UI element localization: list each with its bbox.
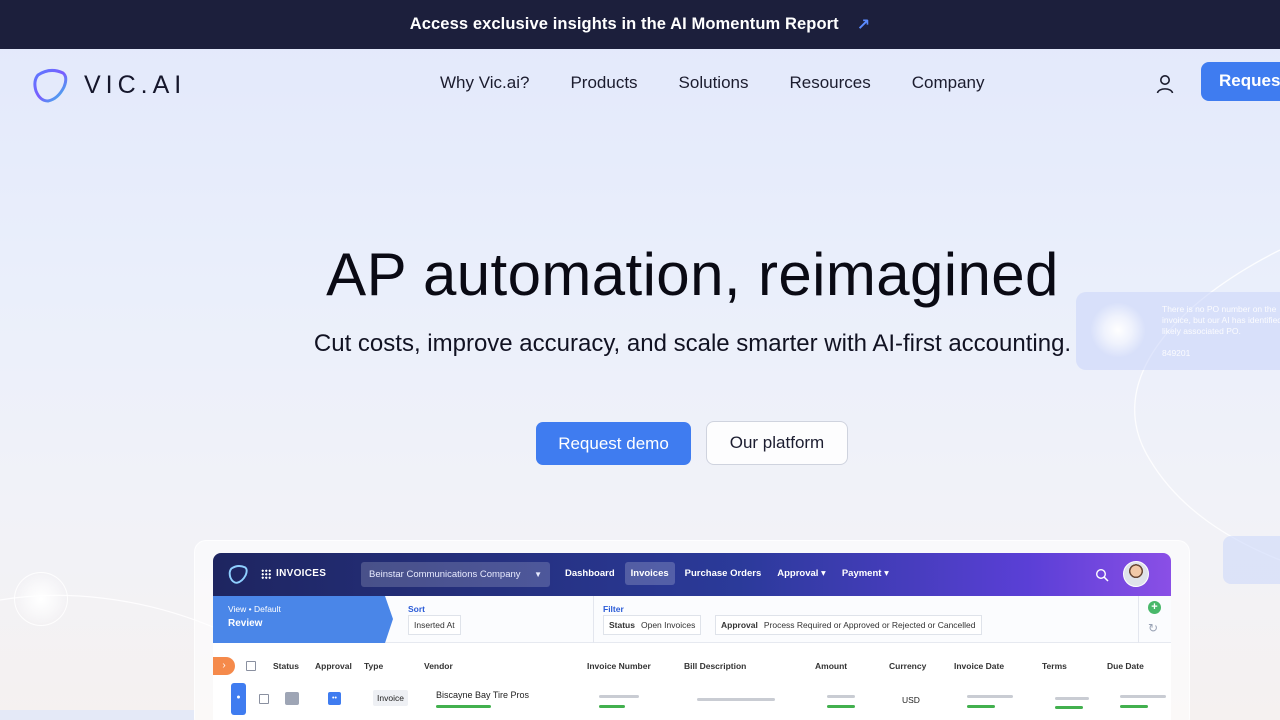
app-tab-dashboard[interactable]: Dashboard: [559, 562, 621, 585]
col-invoice-date[interactable]: Invoice Date: [954, 661, 1004, 671]
logo[interactable]: VIC.AI: [30, 65, 186, 105]
view-label: View • Default: [228, 604, 281, 614]
type-badge: Invoice: [373, 690, 408, 706]
app-tab-purchase-orders[interactable]: Purchase Orders: [679, 562, 768, 585]
select-all-checkbox[interactable]: [246, 661, 256, 671]
add-filter-icon[interactable]: +: [1148, 601, 1161, 614]
amount-placeholder: [827, 695, 855, 698]
nav-item-why[interactable]: Why Vic.ai?: [440, 73, 529, 93]
nav-menu: Why Vic.ai? Products Solutions Resources…: [440, 73, 1026, 93]
ai-insight-number: 849201: [1162, 348, 1191, 358]
filter-label: Filter: [603, 604, 624, 614]
logo-icon: [33, 68, 68, 103]
company-select[interactable]: Beinstar Communications Company ▼: [361, 562, 550, 587]
app-tab-approval[interactable]: Approval ▾: [771, 562, 832, 585]
company-select-value: Beinstar Communications Company: [369, 569, 521, 580]
sort-label: Sort: [408, 604, 425, 614]
ai-insight-card: There is no PO number on the invoice, bu…: [1076, 292, 1280, 370]
glow-orb-left: [14, 572, 68, 626]
main-nav: VIC.AI Why Vic.ai? Products Solutions Re…: [0, 49, 1280, 117]
table-row[interactable]: ● •• Invoice Biscayne Bay Tire Pros USD: [213, 681, 1171, 715]
view-value: Review: [228, 618, 263, 629]
product-preview: INVOICES Beinstar Communications Company…: [213, 553, 1171, 720]
due-date-confidence: [1120, 705, 1148, 708]
decorative-card: [1223, 536, 1280, 584]
ai-insight-text: There is no PO number on the invoice, bu…: [1162, 304, 1280, 336]
terms-confidence: [1055, 706, 1083, 709]
app-nav: Dashboard Invoices Purchase Orders Appro…: [559, 562, 895, 585]
app-tab-invoices[interactable]: Invoices: [624, 562, 675, 585]
logo-text: VIC.AI: [84, 70, 187, 99]
nav-item-solutions[interactable]: Solutions: [679, 73, 749, 93]
app-tab-payment[interactable]: Payment ▾: [836, 562, 895, 585]
due-date-placeholder: [1120, 695, 1166, 698]
filter-approval-key: Approval: [721, 620, 758, 630]
currency-value: USD: [902, 695, 920, 705]
edit-icon[interactable]: [285, 692, 299, 705]
caret-down-icon: ▼: [534, 570, 542, 579]
filter-status-value: Open Invoices: [640, 620, 696, 630]
table-header: Status Approval Type Vendor Invoice Numb…: [213, 653, 1171, 677]
bill-description-placeholder: [697, 698, 775, 701]
request-demo-button[interactable]: Request demo: [536, 422, 691, 465]
vendor-confidence-bar: [436, 705, 491, 708]
filter-status-chip[interactable]: Status Open Invoices: [603, 615, 702, 635]
nav-item-resources[interactable]: Resources: [789, 73, 870, 93]
divider: [593, 596, 594, 643]
nav-item-company[interactable]: Company: [912, 73, 985, 93]
col-terms[interactable]: Terms: [1042, 661, 1067, 671]
col-status[interactable]: Status: [273, 661, 299, 671]
app-logo-icon: [228, 565, 248, 584]
user-icon[interactable]: [1154, 73, 1176, 95]
col-amount[interactable]: Amount: [815, 661, 847, 671]
filter-status-key: Status: [609, 620, 635, 630]
search-icon[interactable]: [1095, 568, 1109, 582]
filter-approval-value: Process Required or Approved or Rejected…: [763, 620, 976, 630]
col-type[interactable]: Type: [364, 661, 383, 671]
decorative-strip: [0, 710, 194, 720]
col-vendor[interactable]: Vendor: [424, 661, 453, 671]
divider: [1138, 596, 1139, 643]
invoice-date-confidence: [967, 705, 995, 708]
terms-placeholder: [1055, 697, 1089, 700]
invoice-number-placeholder: [599, 695, 639, 698]
invoice-date-placeholder: [967, 695, 1013, 698]
col-due-date[interactable]: Due Date: [1107, 661, 1144, 671]
invoice-toolbar: View • Default Review Sort Inserted At F…: [213, 596, 1171, 643]
approval-icon: ••: [328, 692, 341, 705]
apps-grid-icon[interactable]: [261, 569, 271, 579]
sort-value[interactable]: Inserted At: [408, 615, 461, 635]
banner-text[interactable]: Access exclusive insights in the AI Mome…: [410, 15, 839, 34]
row-checkbox[interactable]: [259, 694, 269, 704]
nav-request-demo-button[interactable]: Request demo: [1201, 62, 1280, 101]
col-bill-description[interactable]: Bill Description: [684, 661, 746, 671]
refresh-icon[interactable]: ↻: [1148, 622, 1161, 635]
vendor-name: Biscayne Bay Tire Pros: [436, 690, 530, 700]
our-platform-button[interactable]: Our platform: [706, 421, 848, 465]
row-status-marker: ●: [231, 683, 246, 715]
app-header: INVOICES Beinstar Communications Company…: [213, 553, 1171, 596]
amount-confidence: [827, 705, 855, 708]
nav-item-products[interactable]: Products: [570, 73, 637, 93]
filter-approval-chip[interactable]: Approval Process Required or Approved or …: [715, 615, 982, 635]
invoice-number-confidence: [599, 705, 625, 708]
announcement-banner[interactable]: Access exclusive insights in the AI Mome…: [0, 0, 1280, 49]
arrow-up-right-icon: ↗: [856, 16, 871, 34]
col-invoice-number[interactable]: Invoice Number: [587, 661, 651, 671]
col-currency[interactable]: Currency: [889, 661, 926, 671]
app-title: INVOICES: [276, 568, 327, 579]
glow-orb: [1090, 302, 1146, 358]
view-selector[interactable]: View • Default Review: [213, 596, 393, 643]
avatar[interactable]: [1123, 561, 1149, 587]
col-approval[interactable]: Approval: [315, 661, 352, 671]
